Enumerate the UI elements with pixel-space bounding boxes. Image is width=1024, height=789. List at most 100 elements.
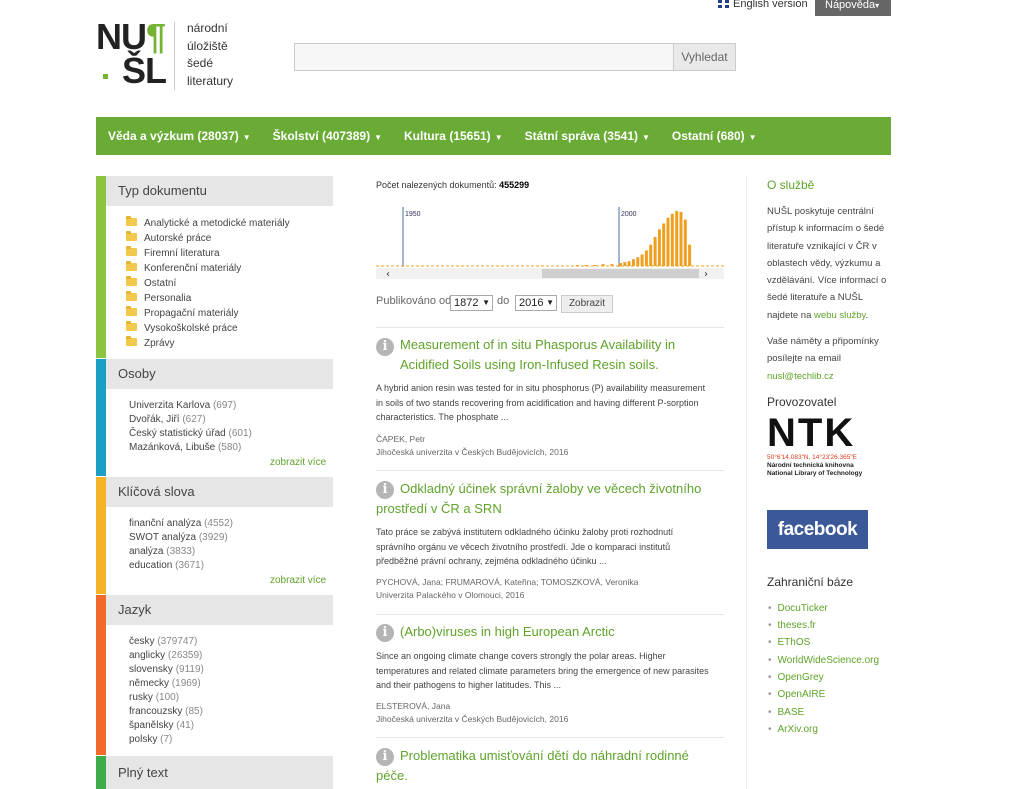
facet-item[interactable]: Vysokoškolské práce [126, 321, 238, 334]
facet-item[interactable]: Dvořák, Jiří (627) [129, 414, 206, 425]
result-title-link-cont[interactable]: prostředí v ČR a SRN [376, 499, 502, 519]
facet-plny-text: Plný text [96, 756, 333, 789]
result-title-link[interactable]: (Arbo)viruses in high European Arctic [400, 622, 615, 642]
foreign-db-link[interactable]: OpenAIRE [768, 689, 826, 700]
timeline-bar[interactable] [662, 223, 666, 267]
timeline-bar[interactable] [683, 219, 687, 266]
facet-title[interactable]: Jazyk [106, 595, 333, 625]
timeline-bar[interactable] [601, 264, 605, 266]
divider [376, 470, 724, 471]
facet-item[interactable]: Zprávy [126, 336, 175, 349]
facet-item-label: Mazánková, Libuše [129, 442, 216, 453]
facet-item[interactable]: anglicky (26359) [129, 650, 202, 661]
show-more-link[interactable]: zobrazit více [270, 575, 326, 586]
facet-title[interactable]: Klíčová slova [106, 477, 333, 507]
facet-item[interactable]: polsky (7) [129, 734, 172, 745]
foreign-db-link[interactable]: WorldWideScience.org [768, 655, 880, 666]
year-to-select[interactable]: 2016 ▼ [515, 295, 557, 311]
publication-timeline-chart[interactable]: 1950 2000 ‹ › [376, 205, 724, 283]
timeline-bar[interactable] [575, 265, 579, 266]
result-title-link[interactable]: Problematika umisťování dětí do náhradní… [400, 746, 689, 766]
nav-item-veda[interactable]: Věda a výzkum (28037) ▼ [108, 129, 251, 143]
timeline-bar[interactable] [653, 237, 657, 266]
ntk-logo[interactable]: NTK [767, 413, 855, 453]
show-more-link[interactable]: zobrazit více [270, 457, 326, 468]
facet-item[interactable]: německy (1969) [129, 678, 201, 689]
service-web-link[interactable]: webu služby [814, 310, 866, 321]
feedback-line: posílejte na email [767, 353, 841, 365]
foreign-db-link[interactable]: BASE [768, 707, 805, 718]
timeline-bar[interactable] [623, 262, 627, 266]
facet-item[interactable]: Personalia [126, 291, 191, 304]
timeline-bar[interactable] [649, 244, 653, 266]
facet-title[interactable]: Osoby [106, 359, 333, 389]
facet-item[interactable]: finanční analýza (4552) [129, 518, 233, 529]
nav-item-statni-sprava[interactable]: Státní správa (3541) ▼ [525, 129, 650, 143]
info-icon: i [376, 624, 394, 642]
timeline-bar[interactable] [657, 229, 661, 266]
facet-item[interactable]: rusky (100) [129, 692, 179, 703]
result-title-line: (Arbo)viruses in high European Arctic [400, 624, 615, 639]
timeline-scrollbar-thumb[interactable] [542, 269, 699, 278]
show-button[interactable]: Zobrazit [561, 295, 613, 313]
timeline-bar[interactable] [627, 261, 631, 266]
facet-item-label: Univerzita Karlova [129, 400, 211, 411]
timeline-bar[interactable] [670, 213, 674, 266]
nav-item-ostatni[interactable]: Ostatní (680) ▼ [672, 129, 757, 143]
search-input[interactable] [294, 43, 674, 71]
timeline-bar[interactable] [610, 264, 614, 266]
facebook-button[interactable]: facebook [767, 510, 868, 549]
facet-item[interactable]: slovensky (9119) [129, 664, 204, 675]
foreign-db-link[interactable]: theses.fr [768, 620, 816, 631]
facet-item[interactable]: Firemní literatura [126, 246, 220, 259]
nav-item-skolstvi[interactable]: Školství (407389) ▼ [273, 129, 382, 143]
facet-title[interactable]: Plný text [106, 756, 333, 789]
facet-item[interactable]: Konferenční materiály [126, 261, 241, 274]
timeline-bar[interactable] [644, 250, 648, 267]
facet-item-label: Dvořák, Jiří [129, 414, 180, 425]
timeline-bar[interactable] [666, 217, 670, 266]
timeline-bar[interactable] [584, 265, 588, 266]
timeline-bar[interactable] [593, 265, 597, 266]
facet-item[interactable]: Univerzita Karlova (697) [129, 400, 236, 411]
facet-item[interactable]: Ostatní [126, 276, 176, 289]
search-button[interactable]: Vyhledat [673, 43, 736, 71]
facet-item[interactable]: španělsky (41) [129, 720, 194, 731]
chevron-right-icon[interactable]: › [704, 269, 708, 280]
nav-label: Věda a výzkum (28037) [108, 129, 239, 143]
foreign-db-link[interactable]: ArXiv.org [768, 724, 818, 735]
result-title-link[interactable]: Odkladný účinek správní žaloby ve věcech… [400, 479, 701, 499]
facet-item[interactable]: Český statistický úřad (601) [129, 428, 252, 439]
year-from-select[interactable]: 1872 ▼ [450, 295, 493, 311]
timeline-bar[interactable] [636, 257, 640, 266]
timeline-bar[interactable] [679, 211, 683, 266]
facet-item[interactable]: francouzsky (85) [129, 706, 203, 717]
facet-item[interactable]: Propagační materiály [126, 306, 239, 319]
nav-item-kultura[interactable]: Kultura (15651) ▼ [404, 129, 503, 143]
foreign-db-link[interactable]: DocuTicker [768, 603, 828, 614]
facet-item[interactable]: Analytické a metodické materiály [126, 216, 290, 229]
timeline-bar[interactable] [619, 263, 622, 266]
foreign-db-link[interactable]: EThOS [768, 637, 811, 648]
year-to-value: 2016 [519, 297, 544, 309]
result-title-link-cont[interactable]: péče. [376, 766, 408, 786]
facet-item[interactable]: SWOT analýza (3929) [129, 532, 228, 543]
facet-title[interactable]: Typ dokumentu [106, 176, 333, 206]
facet-item[interactable]: analýza (3833) [129, 546, 195, 557]
facet-item[interactable]: česky (379747) [129, 636, 197, 647]
logo-text-line: úložiště [187, 38, 228, 53]
foreign-db-link[interactable]: OpenGrey [768, 672, 824, 683]
right-column-divider [746, 176, 747, 789]
chevron-left-icon[interactable]: ‹ [386, 269, 390, 280]
facet-item[interactable]: Mazánková, Libuše (580) [129, 442, 241, 453]
timeline-bar[interactable] [640, 254, 644, 266]
timeline-bar[interactable] [632, 259, 635, 266]
english-version-link[interactable]: English version [718, 0, 808, 10]
timeline-bar[interactable] [675, 210, 679, 266]
result-title-link[interactable]: Measurement of in situ Phasporus Availab… [400, 335, 675, 375]
facet-item[interactable]: Autorské práce [126, 231, 211, 244]
timeline-bar[interactable] [688, 244, 692, 266]
help-button[interactable]: Nápověda▾ [815, 0, 891, 16]
email-link[interactable]: nusl@techlib.cz [767, 371, 834, 382]
facet-item[interactable]: education (3671) [129, 560, 204, 571]
